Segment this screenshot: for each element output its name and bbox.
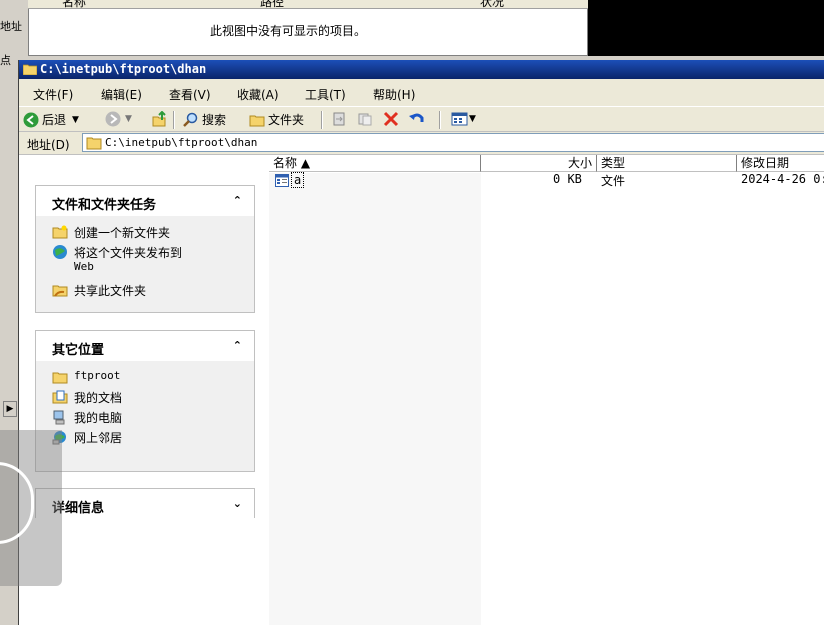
menu-bar: 文件(F) 编辑(E) 查看(V) 收藏(A) 工具(T) 帮助(H) — [19, 83, 824, 103]
share-folder-icon — [52, 285, 68, 297]
details-panel: 详细信息 ⌄ — [35, 488, 255, 519]
forward-arrow-icon — [105, 111, 121, 127]
file-tasks-header[interactable]: 文件和文件夹任务 ⌃ — [36, 186, 254, 216]
background-list-header: 名称 路径 状况 — [28, 0, 588, 9]
toolbar-separator — [439, 111, 441, 129]
file-size: 0 KB — [553, 172, 582, 186]
title-bar[interactable]: C:\inetpub\ftproot\dhan — [19, 60, 824, 79]
task-share-folder-label: 共享此文件夹 — [74, 284, 147, 298]
task-new-folder[interactable]: 创建一个新文件夹 — [52, 224, 170, 241]
back-button[interactable]: 后退 ▼ — [23, 111, 79, 128]
views-icon — [451, 112, 468, 126]
copy-to-icon — [358, 113, 372, 126]
bg-col-name[interactable]: 名称 — [62, 0, 86, 8]
place-ftproot-label: ftproot — [74, 369, 121, 382]
publish-web-icon — [53, 245, 67, 259]
place-network-label: 网上邻居 — [74, 431, 123, 445]
sorted-column-background — [269, 173, 481, 625]
bg-point-fragment: 点 — [0, 54, 11, 67]
folders-button[interactable]: 文件夹 — [249, 111, 304, 128]
details-header[interactable]: 详细信息 ⌄ — [36, 489, 254, 519]
folder-icon — [52, 372, 68, 384]
bg-address-fragment: 地址 — [0, 20, 22, 33]
file-modified: 2024-4-26 0: — [741, 172, 824, 186]
my-documents-icon — [52, 390, 68, 404]
column-header-modified[interactable]: 修改日期 — [737, 155, 824, 172]
move-to-button[interactable] — [331, 111, 347, 127]
collapse-chevron-icon[interactable]: ⌃ — [233, 339, 242, 352]
menu-tools[interactable]: 工具(T) — [305, 86, 346, 103]
views-button[interactable]: ▼ — [451, 111, 476, 127]
file-name[interactable]: a — [291, 172, 305, 188]
toolbar: 后退 ▼ ▼ 搜索 文件夹 ▼ — [19, 106, 824, 132]
place-my-computer[interactable]: 我的电脑 — [52, 409, 122, 426]
toolbar-separator — [173, 111, 175, 129]
forward-button[interactable]: ▼ — [105, 111, 132, 127]
table-row[interactable]: a 0 KB 文件 2024-4-26 0: — [269, 172, 824, 188]
move-to-icon — [333, 112, 345, 126]
folder-icon — [86, 137, 102, 150]
other-places-title: 其它位置 — [52, 343, 105, 358]
collapse-chevron-icon[interactable]: ⌃ — [233, 194, 242, 207]
address-input[interactable]: C:\inetpub\ftproot\dhan — [82, 133, 824, 152]
other-places-header[interactable]: 其它位置 ⌃ — [36, 331, 254, 361]
menu-file[interactable]: 文件(F) — [33, 86, 73, 103]
file-tasks-title: 文件和文件夹任务 — [52, 198, 157, 213]
menu-help[interactable]: 帮助(H) — [373, 86, 415, 103]
place-network[interactable]: 网上邻居 — [52, 429, 122, 446]
place-my-documents[interactable]: 我的文档 — [52, 389, 122, 406]
file-type: 文件 — [601, 174, 626, 188]
file-tasks-panel: 文件和文件夹任务 ⌃ 创建一个新文件夹 将这个文件夹发布到 Web 共享此文件夹 — [35, 185, 255, 313]
task-publish-web[interactable]: 将这个文件夹发布到 Web — [52, 244, 182, 273]
scroll-right-arrow-icon[interactable]: ▶ — [3, 401, 17, 417]
explorer-window: C:\inetpub\ftproot\dhan 文件(F) 编辑(E) 查看(V… — [18, 60, 824, 625]
other-places-panel: 其它位置 ⌃ ftproot 我的文档 我的电脑 网上邻居 — [35, 330, 255, 472]
place-ftproot[interactable]: ftproot — [52, 369, 120, 385]
task-new-folder-label: 创建一个新文件夹 — [74, 226, 171, 240]
delete-x-icon — [383, 111, 399, 127]
column-header-size[interactable]: 大小 — [481, 155, 597, 172]
column-header-type[interactable]: 类型 — [597, 155, 737, 172]
menu-favorites[interactable]: 收藏(A) — [237, 86, 279, 103]
forward-dropdown-icon[interactable]: ▼ — [125, 114, 132, 124]
expand-chevron-icon[interactable]: ⌄ — [233, 497, 242, 510]
search-icon — [183, 112, 198, 127]
window-title: C:\inetpub\ftproot\dhan — [40, 62, 207, 76]
copy-to-button[interactable] — [357, 111, 373, 127]
address-label: 地址(D) — [27, 138, 70, 152]
undo-button[interactable] — [409, 111, 425, 127]
folders-icon — [249, 115, 265, 126]
up-folder-button[interactable] — [151, 111, 167, 127]
address-bar: 地址(D) C:\inetpub\ftproot\dhan — [19, 132, 824, 155]
background-black-area — [588, 0, 824, 56]
my-computer-icon — [53, 410, 65, 425]
column-header-name[interactable]: 名称 ▲ — [269, 155, 481, 172]
menu-edit[interactable]: 编辑(E) — [101, 86, 142, 103]
back-label: 后退 — [42, 113, 67, 127]
undo-icon — [409, 113, 424, 122]
file-list: 名称 ▲ 大小 类型 修改日期 a 0 KB 文件 2024-4-26 0: — [269, 155, 824, 625]
toolbar-separator — [321, 111, 323, 129]
bg-col-status[interactable]: 状况 — [480, 0, 504, 8]
bg-col-path[interactable]: 路径 — [260, 0, 284, 8]
search-button[interactable]: 搜索 — [183, 111, 226, 128]
search-label: 搜索 — [202, 113, 227, 127]
delete-button[interactable] — [383, 111, 399, 127]
empty-view-message: 此视图中没有可显示的项目。 — [210, 24, 367, 38]
place-my-documents-label: 我的文档 — [74, 391, 123, 405]
folders-label: 文件夹 — [268, 113, 305, 127]
back-arrow-icon — [23, 112, 39, 127]
up-folder-icon — [152, 111, 166, 127]
views-dropdown-icon[interactable]: ▼ — [469, 114, 476, 124]
new-folder-icon — [52, 225, 68, 239]
file-icon — [275, 174, 289, 187]
folder-icon — [23, 64, 37, 75]
back-dropdown-icon[interactable]: ▼ — [72, 115, 79, 125]
menu-view[interactable]: 查看(V) — [169, 86, 211, 103]
task-share-folder[interactable]: 共享此文件夹 — [52, 282, 146, 299]
address-value: C:\inetpub\ftproot\dhan — [105, 136, 258, 149]
place-my-computer-label: 我的电脑 — [74, 411, 123, 425]
task-publish-web-label2: Web — [74, 260, 94, 273]
task-publish-web-label: 将这个文件夹发布到 — [74, 246, 183, 260]
